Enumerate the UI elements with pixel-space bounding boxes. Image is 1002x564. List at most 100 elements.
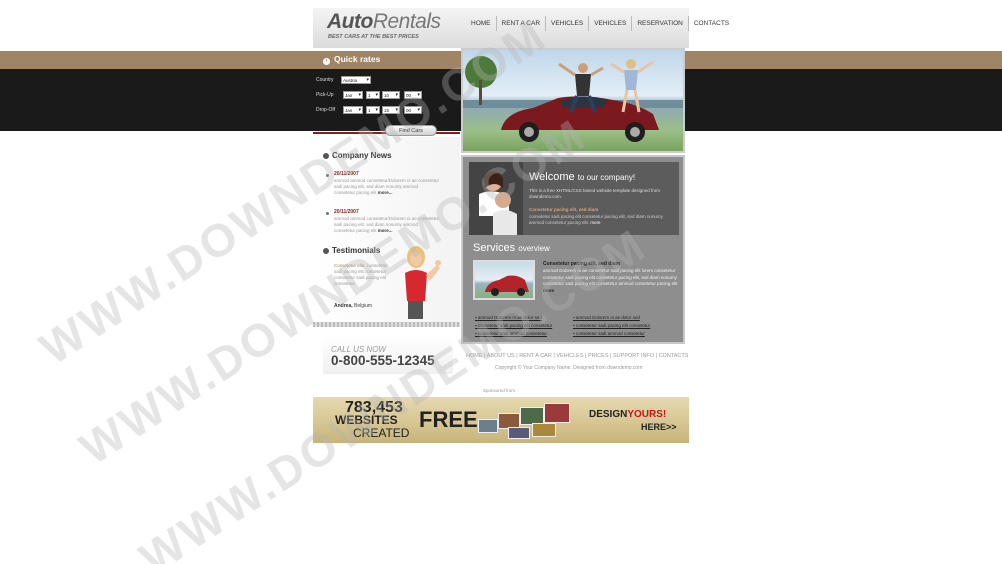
logo-light: Rentals	[372, 10, 441, 33]
services-more-link[interactable]: more	[543, 288, 554, 293]
country-label: Country	[316, 77, 334, 83]
banner-here: HERE>>	[641, 422, 677, 432]
ad-banner[interactable]: 783,453 WEBSITES CREATED FREE DESIGNYOUR…	[313, 397, 689, 443]
footer-link-support-info[interactable]: SUPPORT INFO	[613, 353, 654, 359]
phone-number: 0-800-555-12345	[331, 353, 435, 368]
nav-rent-a-car[interactable]: RENT A CAR	[495, 16, 546, 31]
welcome-couple-image	[469, 162, 523, 235]
company-news-title: Company News	[323, 151, 392, 160]
banner-thumbnails	[478, 401, 578, 439]
car-thumbnail	[485, 275, 529, 296]
footer-link-rent-a-car[interactable]: RENT A CAR	[519, 353, 552, 359]
banner-design: DESIGNYOURS!	[589, 409, 666, 420]
decorative-stripe	[313, 322, 460, 327]
testimonials-title: Testimonials	[323, 246, 380, 255]
footer-nav: HOME | ABOUT US | RENT A CAR | VEHICLES …	[466, 353, 689, 359]
tagline: BEST CARS AT THE BEST PRICES	[328, 34, 419, 40]
banner-created: CREATED	[353, 426, 410, 440]
car-photo	[463, 56, 683, 142]
header: AutoRentals BEST CARS AT THE BEST PRICES…	[313, 8, 729, 48]
news-text: ammod ammod consetetur/Dolorem ni ae con…	[334, 178, 440, 196]
pickup-label: Pick-Up	[316, 92, 334, 98]
quick-rates-title: Quick rates	[334, 54, 381, 64]
news-date: 20/11/2007	[334, 171, 359, 177]
dropoff-label: Drop-Off	[316, 107, 336, 113]
news-date: 20/11/2007	[334, 209, 359, 215]
nav-vehicles[interactable]: VEHICLES	[545, 16, 588, 31]
news-more-link[interactable]: more...	[378, 228, 393, 233]
footer-link-home[interactable]: HOME	[466, 353, 483, 359]
banner-free: FREE	[419, 407, 478, 432]
country-select[interactable]: Austria	[341, 76, 371, 84]
service-link[interactable]: consetetur sadi ammod consetetur	[573, 330, 650, 338]
call-us-box: CALL US NOW 0-800-555-12345	[323, 336, 453, 374]
footer-link-prices[interactable]: PRICES	[588, 353, 608, 359]
welcome-panel: Welcome to our company! This is a free X…	[469, 162, 679, 235]
footer-link-vehicles[interactable]: VEHICLES	[556, 353, 583, 359]
news-text: ammod ammod consetetur/Dolorem ni ae con…	[334, 216, 440, 234]
company-news-label: Company News	[332, 151, 392, 160]
news-more-link[interactable]: more...	[378, 190, 393, 195]
banner-websites: WEBSITES	[335, 413, 398, 427]
nav-vehicles-2[interactable]: VEHICLES	[588, 16, 631, 31]
website-template: AutoRentals BEST CARS AT THE BEST PRICES…	[313, 0, 729, 450]
dropoff-time-select[interactable]: 00	[404, 106, 422, 114]
services-links-left: ammod Dolorem ni ae dolor sed consetetur…	[475, 314, 552, 338]
services-body: ammod Dolorem ni ae consetetur sadi paci…	[543, 268, 678, 286]
banner-yours-word: YOURS!	[627, 409, 667, 420]
main-nav: HOME RENT A CAR VEHICLES VEHICLES RESERV…	[466, 16, 734, 31]
left-panel: Company News 20/11/2007 ammod ammod cons…	[313, 137, 460, 327]
services-highlight: Consetetur pacing elit, sed diam	[543, 261, 620, 267]
site-logo[interactable]: AutoRentals	[327, 10, 441, 34]
nav-home[interactable]: HOME	[466, 16, 496, 31]
testimonial-highlight: Consetetur elitr,	[334, 263, 366, 268]
services-title: Services overview	[473, 242, 550, 254]
footer-link-contacts[interactable]: CONTACTS	[659, 353, 689, 359]
pickup-date-select[interactable]: 10	[382, 91, 400, 99]
service-link[interactable]: ammod Dolorem ni ae dolor sed	[475, 314, 552, 322]
services-title-small: overview	[518, 244, 550, 253]
pickup-time-select[interactable]: 00	[404, 91, 422, 99]
banner-design-word: DESIGN	[589, 409, 628, 420]
dropoff-date-select[interactable]: 15	[382, 106, 400, 114]
bullet-icon	[323, 247, 329, 254]
services-car-image	[473, 260, 535, 300]
nav-reservation[interactable]: RESERVATION	[631, 16, 688, 31]
testimonial-text: Consetetur elitr, consetetur sadi pacing…	[334, 263, 392, 287]
author-city: Belgium	[354, 303, 373, 309]
dropoff-month-select[interactable]: Jan	[343, 106, 363, 114]
copyright: Copyright © Your Company Name. Designed …	[495, 365, 643, 371]
logo-bold: Auto	[327, 10, 373, 33]
welcome-title: Welcome to our company!	[529, 171, 635, 183]
quick-rates-header: › Quick rates	[313, 51, 460, 69]
testimonials-label: Testimonials	[332, 246, 381, 255]
content-box: Welcome to our company! This is a free X…	[461, 155, 685, 344]
testimonial-person-image	[405, 246, 441, 319]
services-links-right: ammod Dolorem ni ae dolor sed consetetur…	[573, 314, 650, 338]
bullet-icon	[323, 152, 329, 159]
hero-image	[461, 48, 685, 153]
pickup-day-select[interactable]: 1	[366, 91, 380, 99]
service-link[interactable]: consetetur sadi ammod consetetur	[475, 330, 552, 338]
dropoff-day-select[interactable]: 1	[366, 106, 380, 114]
quick-rates-form: Country Austria Pick-Up Jan 1 10 00 Drop…	[313, 69, 460, 131]
services-title-big: Services	[473, 242, 516, 254]
welcome-highlight: Consetetur pacing elit, sed diam	[529, 207, 599, 212]
service-link[interactable]: consetetur sadi pacing elit consetetur	[573, 322, 650, 330]
news-bullet-icon	[326, 174, 329, 177]
welcome-title-small: to our company!	[577, 173, 636, 182]
find-cars-button[interactable]: Find Cars	[385, 125, 437, 136]
service-link[interactable]: consetetur sadi pacing elit consetetur	[475, 322, 552, 330]
services-text: ammod Dolorem ni ae consetetur sadi paci…	[543, 268, 678, 294]
welcome-title-big: Welcome	[529, 171, 575, 183]
welcome-more-link[interactable]: more	[590, 220, 600, 225]
service-link[interactable]: ammod Dolorem ni ae dolor sed	[573, 314, 650, 322]
news-bullet-icon	[326, 212, 329, 215]
testimonial-author: Andrea, Belgium	[334, 303, 372, 309]
pickup-month-select[interactable]: Jan	[343, 91, 363, 99]
nav-contacts[interactable]: CONTACTS	[687, 16, 734, 31]
footer-link-about-us[interactable]: ABOUT US	[487, 353, 515, 359]
arrow-circle-icon: ›	[323, 58, 330, 65]
welcome-text-2: consetetur sadi pacing elit consetetur p…	[529, 214, 674, 225]
author-name: Andrea,	[334, 303, 353, 309]
